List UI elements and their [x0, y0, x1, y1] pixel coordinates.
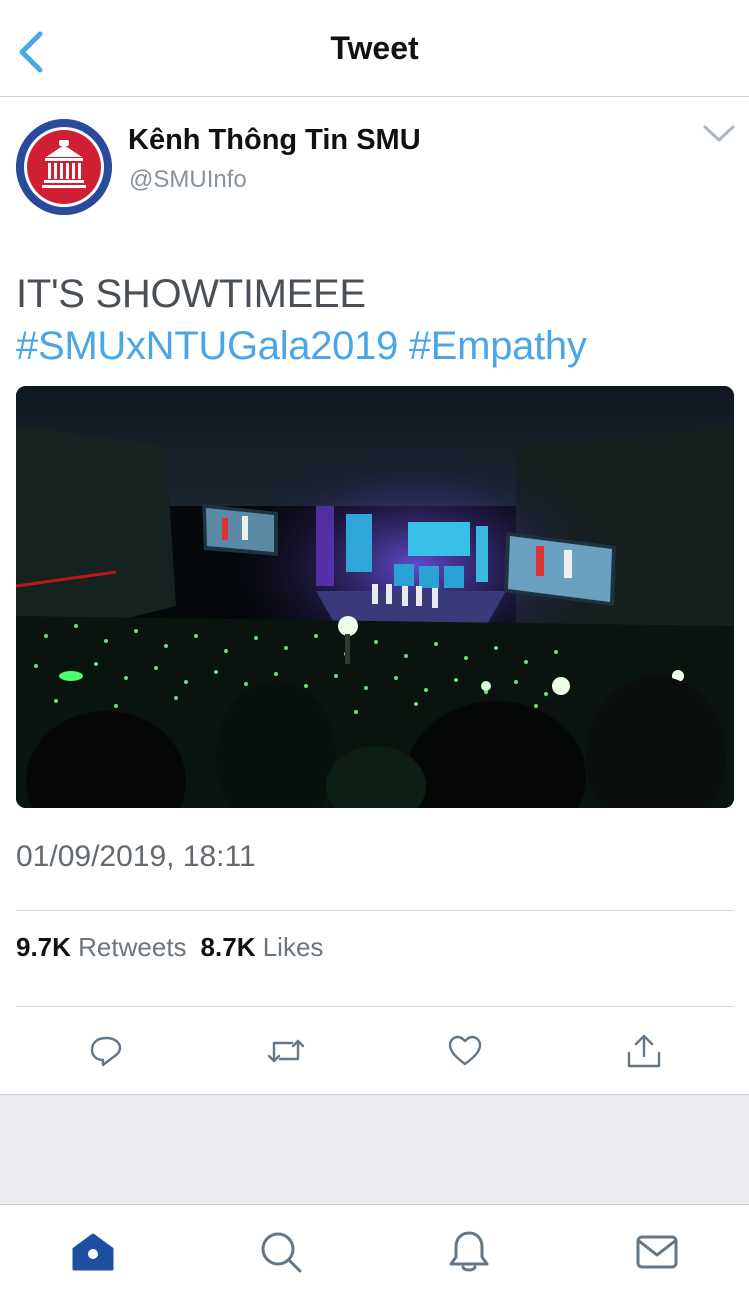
retweets-stat[interactable]: 9.7K Retweets [16, 932, 187, 962]
author-name[interactable]: Kênh Thông Tin SMU [128, 124, 421, 157]
hashtag-link[interactable]: #SMUxNTUGala2019 [16, 324, 398, 368]
tweet-options-button[interactable] [702, 123, 736, 145]
smu-logo-icon [16, 119, 112, 215]
tab-messages[interactable] [634, 1229, 680, 1275]
like-icon [448, 1035, 482, 1066]
bottom-tab-bar [0, 1204, 749, 1303]
share-icon [627, 1034, 661, 1068]
likes-count: 8.7K [200, 932, 256, 962]
home-icon [72, 1233, 114, 1271]
search-icon [261, 1232, 302, 1273]
top-nav-bar: Tweet [0, 0, 749, 97]
tweet-timestamp: 01/09/2019, 18:11 [16, 840, 256, 873]
tweet-body: IT'S SHOWTIMEEE [16, 272, 366, 316]
retweet-icon [267, 1039, 305, 1063]
tweet-hashtags: #SMUxNTUGala2019 #Empathy [16, 320, 736, 372]
empty-replies-area [0, 1094, 749, 1205]
share-button[interactable] [626, 1033, 662, 1069]
page-title: Tweet [330, 30, 419, 66]
retweet-button[interactable] [266, 1033, 305, 1069]
chevron-down-icon [703, 125, 735, 142]
tab-home[interactable] [70, 1229, 116, 1275]
tab-search[interactable] [258, 1229, 304, 1275]
tweet-media-photo[interactable] [16, 386, 734, 808]
tweet-text: IT'S SHOWTIMEEE #SMUxNTUGala2019 #Empath… [16, 268, 736, 372]
reply-icon [90, 1036, 122, 1067]
tweet-stats: 9.7K Retweets 8.7K Likes [16, 932, 323, 963]
likes-stat[interactable]: 8.7K Likes [201, 932, 324, 962]
avatar[interactable] [16, 119, 112, 215]
retweets-count: 9.7K [16, 932, 71, 962]
likes-label: Likes [262, 932, 324, 962]
reply-button[interactable] [88, 1033, 124, 1069]
author-handle[interactable]: @SMUInfo [129, 166, 247, 194]
tweet-header: Kênh Thông Tin SMU @SMUInfo [0, 97, 749, 237]
notifications-icon [449, 1231, 489, 1272]
tab-notifications[interactable] [446, 1229, 492, 1275]
like-button[interactable] [447, 1033, 483, 1069]
hashtag-link[interactable]: #Empathy [409, 324, 587, 368]
messages-icon [636, 1235, 678, 1269]
divider [16, 910, 734, 911]
tweet-actions [0, 1007, 749, 1093]
retweets-label: Retweets [78, 932, 187, 962]
concert-photo [16, 386, 734, 808]
